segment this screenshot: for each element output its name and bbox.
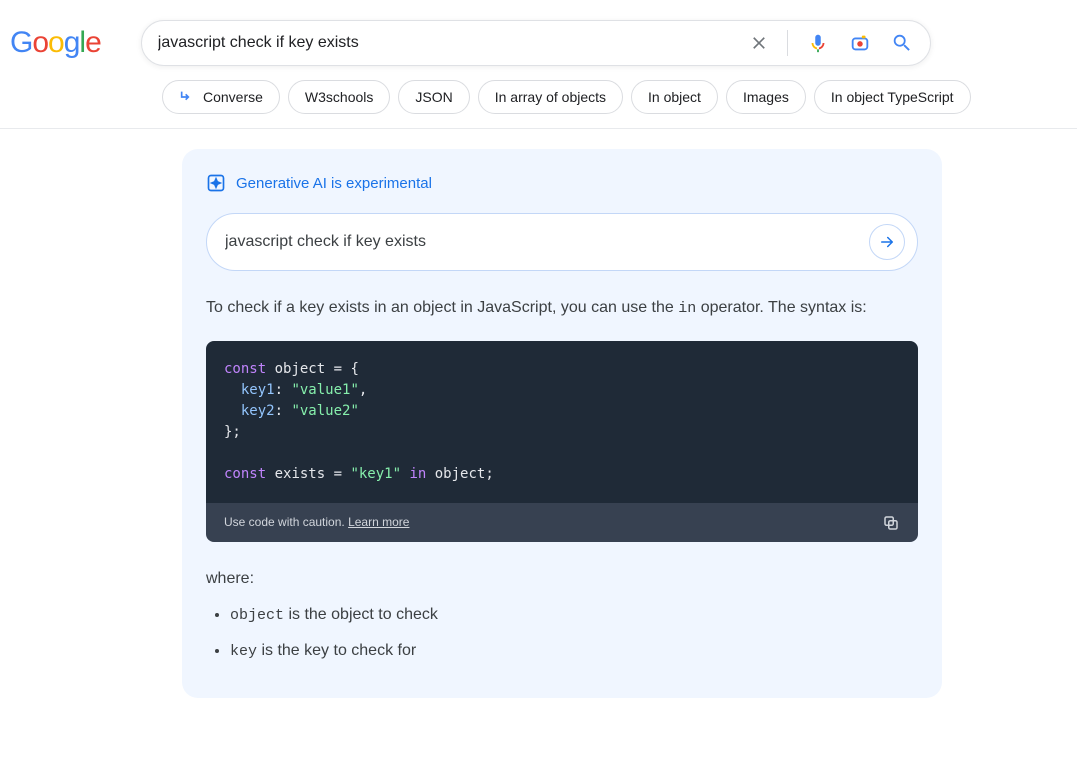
chip-label: In object TypeScript <box>831 89 954 105</box>
code-footer: Use code with caution. Learn more <box>206 503 918 542</box>
divider <box>787 30 788 56</box>
chip-label: In object <box>648 89 701 105</box>
where-section: where: object is the object to check key… <box>206 566 918 664</box>
lens-icon[interactable] <box>848 31 872 55</box>
chip-converse[interactable]: Converse <box>162 80 280 114</box>
google-logo[interactable]: Google <box>0 26 101 60</box>
ai-header-text: Generative AI is experimental <box>236 175 432 192</box>
search-icon[interactable] <box>890 31 914 55</box>
clear-icon[interactable] <box>749 33 769 53</box>
where-label: where: <box>206 566 918 592</box>
list-item: key is the key to check for <box>230 638 918 664</box>
learn-more-link[interactable]: Learn more <box>348 515 409 529</box>
chip-w3schools[interactable]: W3schools <box>288 80 390 114</box>
chip-label: JSON <box>415 89 452 105</box>
chip-json[interactable]: JSON <box>398 80 469 114</box>
ai-body: To check if a key exists in an object in… <box>206 295 918 664</box>
code-block: const object = { key1: "value1", key2: "… <box>206 341 918 503</box>
inline-code: in <box>678 300 696 317</box>
list-item: object is the object to check <box>230 602 918 628</box>
chip-label: Converse <box>203 89 263 105</box>
chip-images[interactable]: Images <box>726 80 806 114</box>
ai-intro: To check if a key exists in an object in… <box>206 295 918 321</box>
code-caution: Use code with caution. <box>224 515 345 529</box>
chip-in-object[interactable]: In object <box>631 80 718 114</box>
search-input[interactable] <box>158 34 749 52</box>
chip-label: In array of objects <box>495 89 606 105</box>
chip-label: Images <box>743 89 789 105</box>
converse-arrow-icon <box>179 89 195 105</box>
chip-label: W3schools <box>305 89 373 105</box>
ai-input[interactable] <box>225 233 869 251</box>
copy-icon[interactable] <box>882 514 900 532</box>
ai-submit-button[interactable] <box>869 224 905 260</box>
sparkle-icon <box>206 173 226 193</box>
ai-header: Generative AI is experimental <box>206 173 918 193</box>
mic-icon[interactable] <box>806 31 830 55</box>
ai-overview-box: Generative AI is experimental To check i… <box>182 149 942 698</box>
arrow-right-icon <box>878 233 896 251</box>
ai-input-row <box>206 213 918 271</box>
filter-chips-row: Converse W3schools JSON In array of obje… <box>0 66 1077 129</box>
search-bar <box>141 20 931 66</box>
chip-in-array[interactable]: In array of objects <box>478 80 623 114</box>
chip-in-object-ts[interactable]: In object TypeScript <box>814 80 971 114</box>
